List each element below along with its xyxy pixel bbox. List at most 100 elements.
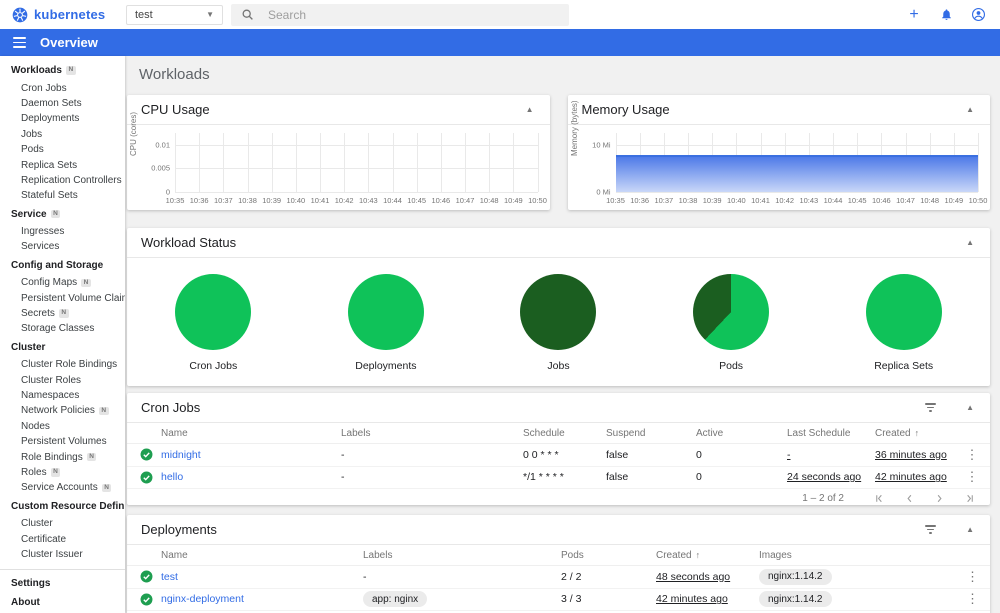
sidebar-item-network-policies[interactable]: Network Policies N bbox=[0, 403, 125, 418]
sidebar-item-deployments[interactable]: Deployments bbox=[0, 111, 125, 126]
collapse-caret-icon[interactable]: ▲ bbox=[524, 105, 536, 114]
sidebar-item-daemon-sets[interactable]: Daemon Sets bbox=[0, 96, 125, 111]
create-resource-plus-icon[interactable]: + bbox=[904, 5, 924, 25]
label-chip: app: nginx bbox=[363, 591, 428, 608]
column-header-last-schedule[interactable]: Last Schedule bbox=[787, 428, 875, 439]
sidebar-item-cluster-role-bindings[interactable]: Cluster Role Bindings bbox=[0, 357, 125, 372]
sidebar-item-cron-jobs[interactable]: Cron Jobs bbox=[0, 80, 125, 95]
column-header-suspend[interactable]: Suspend bbox=[606, 428, 696, 439]
last-page-icon[interactable] bbox=[956, 490, 982, 506]
sidebar-item-cluster-roles[interactable]: Cluster Roles bbox=[0, 372, 125, 387]
sidebar-item-persistent-volumes[interactable]: Persistent Volumes bbox=[0, 434, 125, 449]
deployment-link-test[interactable]: test bbox=[161, 571, 178, 583]
collapse-caret-icon[interactable]: ▲ bbox=[964, 525, 976, 534]
sidebar-item-persistent-volume-claims[interactable]: Persistent Volume ClaimsN bbox=[0, 290, 125, 305]
sidebar-item-services[interactable]: Services bbox=[0, 239, 125, 254]
column-header-created[interactable]: Created ↑ bbox=[875, 428, 954, 439]
cronjob-link-hello[interactable]: hello bbox=[161, 471, 183, 483]
collapse-caret-icon[interactable]: ▲ bbox=[964, 403, 976, 412]
row-actions-kebab-icon[interactable]: ⋮ bbox=[955, 591, 990, 607]
namespaced-badge: N bbox=[81, 278, 91, 288]
sidebar-item-jobs[interactable]: Jobs bbox=[0, 127, 125, 142]
search-bar[interactable] bbox=[231, 3, 569, 26]
sidebar-group-custom-resource-definitions[interactable]: Custom Resource Definitions bbox=[0, 499, 125, 514]
sidebar-item-roles[interactable]: Roles N bbox=[0, 465, 125, 480]
column-header-schedule[interactable]: Schedule bbox=[523, 428, 606, 439]
column-header-images[interactable]: Images bbox=[759, 550, 955, 561]
sidebar-group-cluster[interactable]: Cluster bbox=[0, 340, 125, 355]
sidebar-item-settings[interactable]: Settings bbox=[0, 576, 125, 591]
sidebar-item-label: About bbox=[11, 596, 40, 608]
filter-icon[interactable] bbox=[925, 403, 937, 412]
sidebar-item-replication-controllers[interactable]: Replication Controllers bbox=[0, 173, 125, 188]
sidebar-item-certificate[interactable]: Certificate bbox=[0, 531, 125, 546]
y-tick-label: 10 Mi bbox=[592, 140, 611, 150]
image-chip: nginx:1.14.2 bbox=[759, 568, 832, 585]
sidebar-item-pods[interactable]: Pods bbox=[0, 142, 125, 157]
collapse-caret-icon[interactable]: ▲ bbox=[964, 238, 976, 247]
status-ok-icon bbox=[140, 448, 153, 461]
gridline-vertical bbox=[271, 133, 273, 192]
row-actions-kebab-icon[interactable]: ⋮ bbox=[955, 569, 990, 585]
sidebar-item-replica-sets[interactable]: Replica Sets bbox=[0, 157, 125, 172]
column-header-created[interactable]: Created ↑ bbox=[656, 550, 759, 561]
column-header-name[interactable]: Name bbox=[161, 550, 363, 561]
sidebar-group-config-and-storage[interactable]: Config and Storage bbox=[0, 258, 125, 273]
notifications-bell-icon[interactable] bbox=[936, 5, 956, 25]
x-tick-label: 10:36 bbox=[630, 196, 650, 205]
sidebar-item-ingresses[interactable]: Ingresses bbox=[0, 224, 125, 239]
menu-hamburger-icon[interactable] bbox=[13, 37, 26, 48]
gridline-vertical bbox=[344, 133, 346, 192]
collapse-caret-icon[interactable]: ▲ bbox=[964, 105, 976, 114]
image-chip: nginx:1.14.2 bbox=[759, 591, 832, 608]
sidebar-item-stateful-sets[interactable]: Stateful Sets bbox=[0, 188, 125, 203]
status-cell bbox=[127, 448, 161, 461]
sidebar-item-service-accounts[interactable]: Service Accounts N bbox=[0, 480, 125, 495]
sidebar-item-namespaces[interactable]: Namespaces bbox=[0, 388, 125, 403]
search-input[interactable] bbox=[266, 6, 559, 23]
chart-plot-area: 10:35 10:36 10:37 10:38 10:39 10:40 10:41 10:42… bbox=[592, 133, 987, 205]
sidebar-item-storage-classes[interactable]: Storage Classes bbox=[0, 321, 125, 336]
user-account-icon[interactable] bbox=[968, 5, 988, 25]
sidebar-item-label: Storage Classes bbox=[21, 323, 95, 335]
gridline-vertical bbox=[223, 133, 225, 192]
table-row: test - 2 / 2 48 seconds ago nginx:1.14.2 ⋮ bbox=[127, 566, 990, 589]
first-page-icon[interactable] bbox=[866, 490, 892, 506]
status-ok-icon bbox=[140, 593, 153, 606]
namespace-selector[interactable]: test ▼ bbox=[126, 4, 223, 25]
row-actions-kebab-icon[interactable]: ⋮ bbox=[954, 469, 990, 485]
deployment-link-nginx-deployment[interactable]: nginx-deployment bbox=[161, 593, 244, 605]
sidebar-item-label: Replication Controllers bbox=[21, 174, 122, 186]
cronjob-link-midnight[interactable]: midnight bbox=[161, 449, 201, 461]
sidebar-item-cluster-issuer[interactable]: Cluster Issuer bbox=[0, 547, 125, 562]
deployments-table: Name Labels Pods Created ↑ Images test - 2 / 2 48… bbox=[127, 545, 990, 611]
gridline-vertical bbox=[175, 133, 176, 192]
sidebar-item-config-maps[interactable]: Config Maps N bbox=[0, 275, 125, 290]
x-tick-label: 10:49 bbox=[503, 196, 523, 205]
row-actions-kebab-icon[interactable]: ⋮ bbox=[954, 447, 990, 463]
pie-chart-cron-jobs bbox=[175, 274, 252, 350]
gridline-horizontal bbox=[175, 168, 538, 170]
kubernetes-logo[interactable]: kubernetes bbox=[12, 7, 126, 23]
sidebar-item-secrets[interactable]: Secrets N bbox=[0, 306, 125, 321]
column-header-name[interactable]: Name bbox=[161, 428, 341, 439]
table-header-row: Name Labels Pods Created ↑ Images bbox=[127, 545, 990, 566]
sidebar-group-service[interactable]: Service N bbox=[0, 207, 125, 222]
next-page-icon[interactable] bbox=[926, 490, 952, 506]
filter-icon[interactable] bbox=[925, 525, 937, 534]
gridline-vertical bbox=[247, 133, 249, 192]
previous-page-icon[interactable] bbox=[896, 490, 922, 506]
sidebar-item-about[interactable]: About bbox=[0, 595, 125, 610]
namespaced-badge: N bbox=[58, 309, 69, 318]
column-header-labels[interactable]: Labels bbox=[341, 428, 523, 439]
table-row: nginx-deployment app: nginx 3 / 3 42 minute… bbox=[127, 589, 990, 611]
column-header-pods[interactable]: Pods bbox=[561, 550, 656, 561]
column-header-labels[interactable]: Labels bbox=[363, 550, 561, 561]
sidebar-item-role-bindings[interactable]: Role Bindings N bbox=[0, 449, 125, 464]
sidebar-group-workloads[interactable]: Workloads N bbox=[0, 63, 125, 78]
name-cell: nginx-deployment bbox=[161, 593, 363, 605]
created-cell: 42 minutes ago bbox=[875, 471, 954, 483]
sidebar-item-nodes[interactable]: Nodes bbox=[0, 419, 125, 434]
column-header-active[interactable]: Active bbox=[696, 428, 787, 439]
sidebar-item-cluster[interactable]: Cluster bbox=[0, 516, 125, 531]
